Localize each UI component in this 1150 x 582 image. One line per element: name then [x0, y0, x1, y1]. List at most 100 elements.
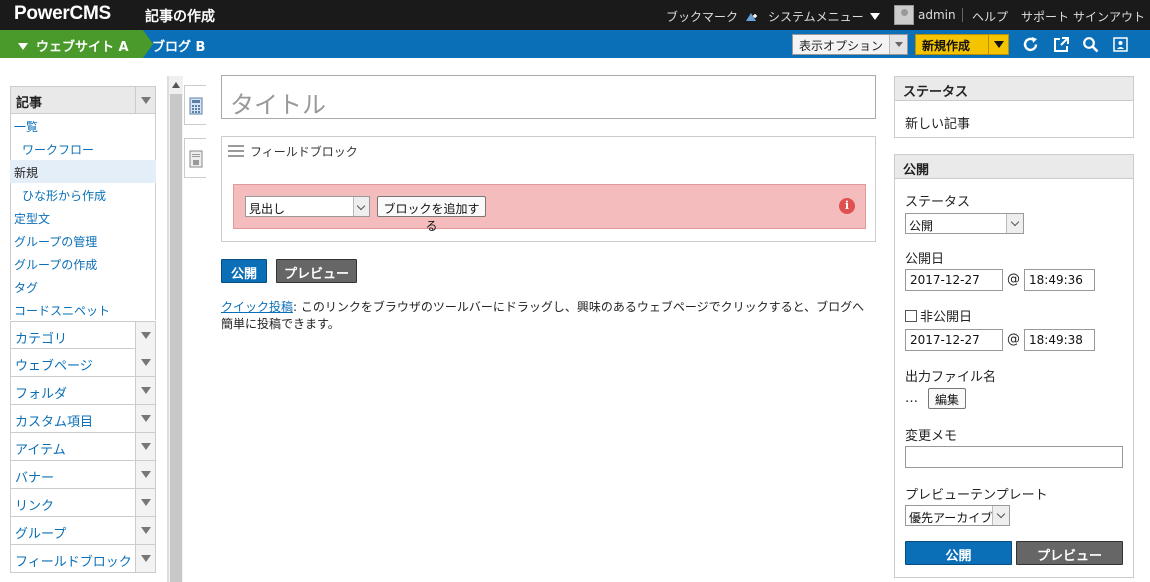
sidebar-publish-button[interactable]: 公開 — [905, 541, 1012, 565]
title-input[interactable]: タイトル — [221, 75, 876, 119]
scroll-thumb[interactable] — [170, 94, 182, 582]
chevron-down-icon[interactable] — [135, 322, 155, 349]
chevron-down-icon[interactable] — [135, 405, 155, 432]
sidebar-item-code-snippets[interactable]: コードスニペット — [10, 298, 156, 321]
sidebar-category-groups[interactable]: グループ — [10, 517, 156, 545]
avatar[interactable] — [894, 5, 914, 25]
field-block-panel: フィールドブロック 見出し ブロックを追加する i — [221, 136, 876, 242]
preview-template-select[interactable]: 優先アーカイブ — [905, 505, 1010, 526]
top-bar: PowerCMS 記事の作成 ブックマーク システムメニュー admin ヘルプ… — [0, 0, 1150, 30]
at-sign: @ — [1007, 272, 1020, 287]
chevron-down-icon[interactable] — [135, 349, 155, 376]
field-block-alert: 見出し ブロックを追加する i — [233, 184, 866, 233]
sidebar-section-label: 記事 — [16, 96, 43, 111]
filename-label: 出力ファイル名 — [905, 370, 997, 385]
unpublish-date-input[interactable]: 2017-12-27 — [905, 329, 1003, 351]
sidebar-category-webpages[interactable]: ウェブページ — [10, 349, 156, 377]
unpublish-time-input[interactable]: 18:49:38 — [1024, 329, 1095, 351]
sidebar-section-entries[interactable]: 記事 — [10, 86, 156, 114]
preview-template-label: プレビューテンプレート — [905, 488, 1048, 503]
drag-handle-icon[interactable] — [228, 145, 244, 157]
editor-tab-document[interactable] — [184, 138, 206, 178]
system-menu[interactable]: システムメニュー — [768, 8, 880, 25]
external-link-icon[interactable] — [1053, 36, 1070, 53]
signout-link[interactable]: サインアウト — [1073, 8, 1145, 25]
publish-time-input[interactable]: 18:49:36 — [1024, 269, 1095, 291]
publish-panel: 公開 ステータス 公開 公開日 2017-12-27 @ 18:49:36 非公… — [894, 154, 1134, 578]
sidebar-item-workflow[interactable]: ワークフロー — [10, 137, 156, 160]
bookmark-menu[interactable]: ブックマーク — [666, 8, 758, 25]
sidebar-preview-button[interactable]: プレビュー — [1016, 541, 1123, 565]
sidebar-category-label: フォルダ — [15, 387, 68, 402]
sidebar-category-label: カスタム項目 — [15, 415, 94, 430]
sidebar-item-create-group[interactable]: グループの作成 — [10, 252, 156, 275]
view-options-button[interactable]: 表示オプション — [792, 34, 908, 55]
app-logo[interactable]: PowerCMS — [14, 3, 111, 25]
sidebar-category-label: フィールドブロック — [15, 555, 132, 570]
refresh-icon[interactable] — [1022, 36, 1039, 53]
chevron-down-icon[interactable] — [135, 517, 155, 544]
sidebar-category-field-blocks[interactable]: フィールドブロック — [10, 545, 156, 573]
sidebar-item-boilerplate[interactable]: 定型文 — [10, 206, 156, 229]
at-sign: @ — [1007, 332, 1020, 347]
sidebar: 記事 一覧 ワークフロー 新規 ひな形から作成 定型文 グループの管理 グループ… — [0, 76, 168, 582]
user-icon[interactable] — [1112, 36, 1129, 53]
chevron-down-icon[interactable] — [135, 377, 155, 404]
publish-date-label: 公開日 — [905, 252, 945, 267]
unpublish-date-row: 非公開日 — [905, 306, 972, 325]
sidebar-scrollbar[interactable] — [168, 76, 183, 582]
scroll-up-icon[interactable] — [172, 82, 180, 88]
status-panel: ステータス 新しい記事 — [894, 76, 1134, 138]
chevron-down-icon — [18, 43, 28, 50]
sidebar-item-manage-groups[interactable]: グループの管理 — [10, 229, 156, 252]
status-select[interactable]: 公開 — [905, 213, 1024, 234]
preview-button[interactable]: プレビュー — [276, 259, 357, 283]
sidebar-item-list[interactable]: 一覧 — [10, 114, 156, 137]
chevron-down-icon[interactable] — [135, 461, 155, 488]
divider — [962, 8, 963, 22]
sidebar-category-folders[interactable]: フォルダ — [10, 377, 156, 405]
user-link[interactable]: admin — [918, 8, 956, 22]
sidebar-category-label: グループ — [15, 527, 67, 542]
add-block-button[interactable]: ブロックを追加する — [377, 196, 486, 233]
unpublish-checkbox[interactable] — [905, 310, 917, 322]
new-create-label: 新規作成 — [922, 39, 971, 53]
sidebar-category-links[interactable]: リンク — [10, 489, 156, 517]
publish-date-input[interactable]: 2017-12-27 — [905, 269, 1003, 291]
editor-tab-calculator[interactable] — [184, 85, 206, 125]
quick-post-text: : このリンクをブラウザのツールバーにドラッグし、興味のあるウェブページでクリッ… — [221, 300, 865, 331]
sidebar-category-items[interactable]: アイテム — [10, 433, 156, 461]
chevron-down-icon[interactable] — [135, 433, 155, 460]
quick-post-link[interactable]: クイック投稿 — [221, 300, 293, 314]
sidebar-item-tags[interactable]: タグ — [10, 275, 156, 298]
chevron-down-icon[interactable] — [135, 87, 155, 113]
sidebar-category-banners[interactable]: バナー — [10, 461, 156, 489]
chevron-down-icon — [1006, 214, 1023, 233]
system-menu-label: システムメニュー — [768, 10, 864, 24]
chevron-down-icon[interactable] — [135, 489, 155, 516]
chevron-down-icon — [353, 197, 369, 216]
sidebar-category-label: カテゴリ — [15, 332, 68, 347]
sidebar-category-custom-fields[interactable]: カスタム項目 — [10, 405, 156, 433]
document-lock-icon — [189, 150, 203, 168]
block-type-select[interactable]: 見出し — [245, 196, 370, 217]
chevron-down-icon[interactable] — [135, 545, 155, 572]
sidebar-item-from-template[interactable]: ひな形から作成 — [10, 183, 156, 206]
publish-button[interactable]: 公開 — [221, 259, 267, 283]
support-link[interactable]: サポート — [1021, 8, 1069, 25]
help-link[interactable]: ヘルプ — [972, 8, 1008, 25]
sidebar-category-categories[interactable]: カテゴリ — [10, 321, 156, 349]
sidebar-item-new[interactable]: 新規 — [10, 160, 156, 183]
bookmark-add-icon — [745, 13, 757, 21]
edit-filename-button[interactable]: 編集 — [928, 388, 966, 409]
breadcrumb-blog[interactable]: ブログ B — [152, 36, 205, 55]
memo-input[interactable] — [905, 446, 1123, 468]
breadcrumb-website[interactable]: ウェブサイト A — [0, 30, 153, 58]
status-label: ステータス — [905, 195, 971, 210]
publish-panel-title: 公開 — [895, 155, 1133, 179]
new-create-button[interactable]: 新規作成 — [915, 34, 1009, 55]
bookmark-label: ブックマーク — [666, 10, 739, 24]
search-icon[interactable] — [1082, 36, 1099, 53]
context-bar: ウェブサイト A ブログ B 表示オプション 新規作成 — [0, 30, 1150, 58]
view-options-label: 表示オプション — [799, 39, 884, 53]
